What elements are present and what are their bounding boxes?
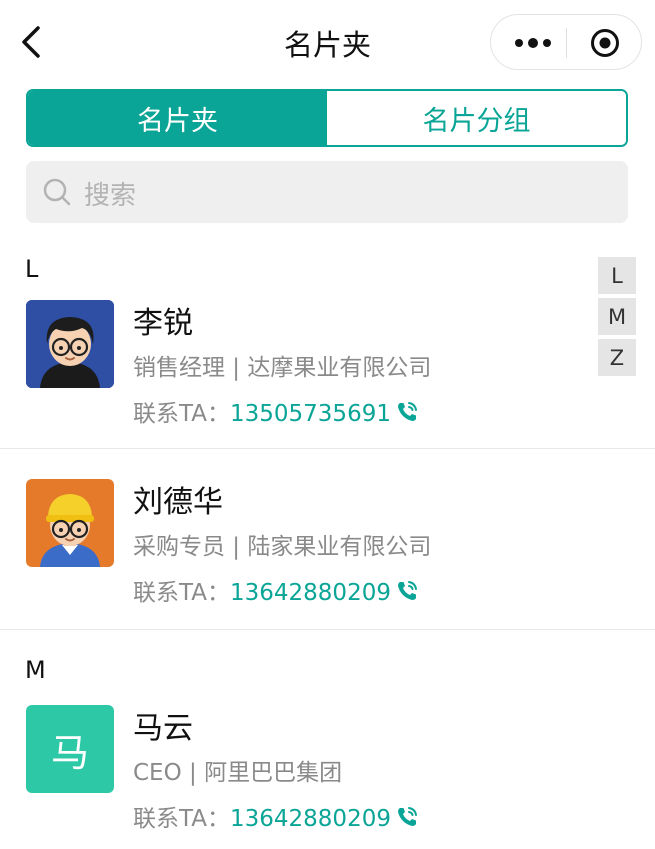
section-header-l: L (25, 255, 39, 283)
avatar (26, 300, 114, 388)
contact-line: 联系TA：13505735691 (133, 394, 419, 428)
phone-number[interactable]: 13642880209 (230, 580, 391, 606)
capsule-divider (566, 28, 567, 58)
close-target-icon[interactable] (589, 27, 621, 59)
contact-line: 联系TA：13642880209 (133, 573, 419, 607)
tab-card-holder[interactable]: 名片夹 (28, 91, 327, 145)
search-input[interactable]: 搜索 (26, 161, 628, 223)
contact-label: 联系TA： (133, 401, 230, 427)
contact-name: 马云 (133, 711, 193, 746)
phone-number[interactable]: 13642880209 (230, 806, 391, 832)
phone-number[interactable]: 13505735691 (230, 401, 391, 427)
contact-name: 李锐 (133, 306, 193, 341)
index-letter-l[interactable]: L (598, 257, 636, 294)
contact-label: 联系TA： (133, 580, 230, 606)
avatar-man-black-hair-icon (26, 300, 114, 388)
menu-capsule (490, 14, 642, 70)
phone-call-icon[interactable] (395, 805, 419, 829)
contact-title: CEO | 阿里巴巴集团 (133, 760, 343, 786)
index-letter-z[interactable]: Z (598, 339, 636, 376)
divider (0, 448, 655, 449)
avatar-text: 马 (26, 705, 114, 793)
phone-call-icon[interactable] (395, 400, 419, 424)
contact-name: 刘德华 (133, 485, 223, 520)
contact-title: 销售经理 | 达摩果业有限公司 (133, 355, 432, 381)
alphabet-index-bar: L M Z (598, 257, 636, 380)
phone-call-icon[interactable] (395, 579, 419, 603)
divider (0, 629, 655, 630)
index-letter-m[interactable]: M (598, 298, 636, 335)
more-dots-icon[interactable] (513, 33, 553, 53)
search-icon (43, 178, 71, 206)
search-placeholder: 搜索 (84, 181, 137, 211)
avatar-man-yellow-hat-icon (26, 479, 114, 567)
segment-tabs: 名片夹 名片分组 (26, 89, 628, 147)
section-header-m: M (25, 656, 46, 684)
tab-card-groups[interactable]: 名片分组 (327, 91, 626, 145)
contact-title: 采购专员 | 陆家果业有限公司 (133, 534, 432, 560)
contact-line: 联系TA：13642880209 (133, 799, 419, 833)
nav-bar: 名片夹 (0, 0, 655, 84)
contact-label: 联系TA： (133, 806, 230, 832)
avatar (26, 479, 114, 567)
